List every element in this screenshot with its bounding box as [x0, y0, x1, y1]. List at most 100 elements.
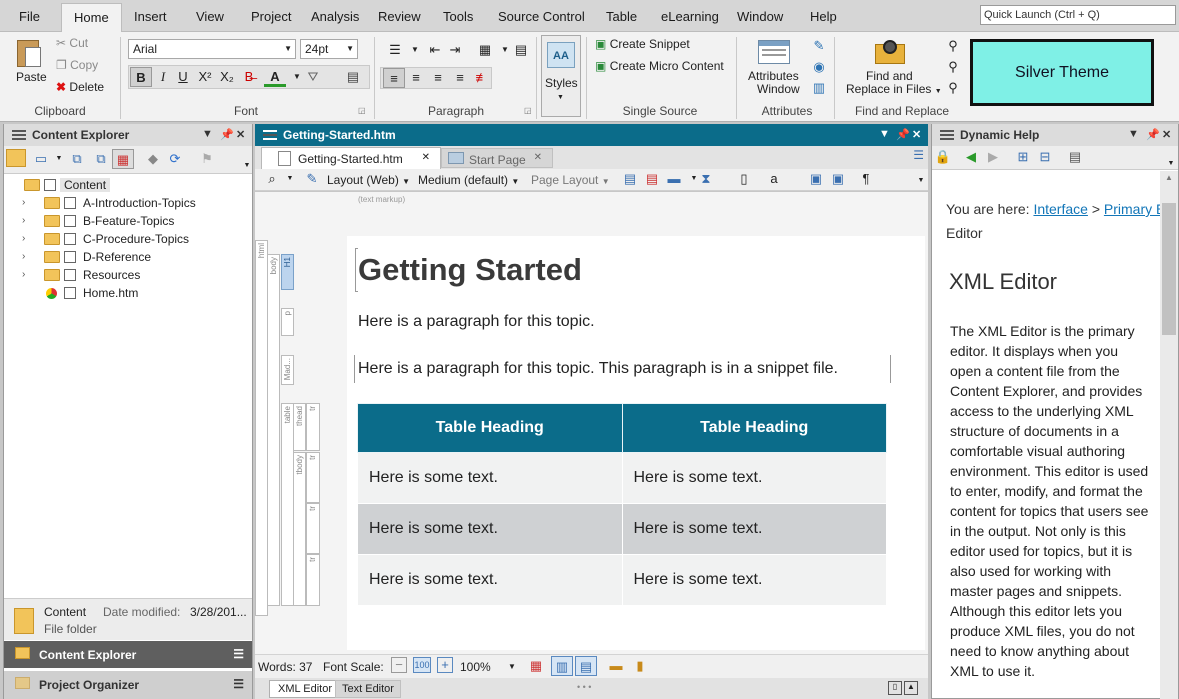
zoom-in-icon[interactable]: +: [437, 657, 453, 673]
italic-button[interactable]: I: [152, 67, 174, 87]
justify-icon[interactable]: ≡: [449, 68, 471, 88]
tab-xml-editor[interactable]: XML Editor: [269, 680, 342, 698]
expand-icon[interactable]: ›: [22, 215, 25, 226]
indent-icon[interactable]: ⇥: [444, 40, 466, 60]
menu-file[interactable]: File: [19, 9, 40, 24]
checkbox[interactable]: [64, 233, 76, 245]
tool-icon-4[interactable]: ⧗: [695, 169, 717, 189]
medium-select[interactable]: Medium (default) ▼: [418, 173, 519, 187]
editor-dropdown-icon[interactable]: ▼: [879, 128, 890, 140]
duplicate-icon[interactable]: ⧉: [90, 149, 112, 169]
find-icon-3[interactable]: ⚲: [942, 78, 964, 98]
status-tool-icon-3[interactable]: ▤: [575, 656, 597, 676]
tab-getting-started[interactable]: Getting-Started.htm ✕: [261, 147, 441, 169]
strikethrough-button[interactable]: B̶: [238, 67, 260, 87]
subscript-button[interactable]: X₂: [216, 67, 238, 87]
tool-icon-6[interactable]: a: [763, 169, 785, 189]
align-center-icon[interactable]: ≡: [405, 68, 427, 88]
attributes-window-button[interactable]: Attributes Window: [747, 70, 800, 96]
bullet-list-icon[interactable]: ☰: [384, 40, 406, 60]
styles-button[interactable]: AA Styles ▼: [541, 35, 581, 117]
table-header-cell[interactable]: Table Heading: [621, 403, 887, 453]
table-cell[interactable]: Here is some text.: [621, 452, 887, 504]
pin-icon[interactable]: 📌: [220, 128, 234, 141]
menu-tools[interactable]: Tools: [443, 9, 473, 24]
superscript-button[interactable]: X²: [194, 67, 216, 87]
table-header-cell[interactable]: Table Heading: [357, 403, 623, 453]
paragraph-dialog-launcher-icon[interactable]: ◲: [524, 106, 532, 115]
menu-icon[interactable]: ☰: [233, 677, 244, 691]
pin-icon[interactable]: 📌: [1146, 128, 1160, 141]
document-heading[interactable]: Getting Started: [358, 252, 582, 288]
lock-icon[interactable]: 🔒: [932, 147, 954, 167]
find-icon-2[interactable]: ⚲: [942, 57, 964, 77]
outdent-icon[interactable]: ⇤: [424, 40, 446, 60]
find-icon-1[interactable]: ⚲: [942, 36, 964, 56]
attributes-window-icon[interactable]: [758, 40, 790, 64]
menu-view[interactable]: View: [196, 9, 224, 24]
menu-project[interactable]: Project: [251, 9, 291, 24]
page-layout-select[interactable]: Page Layout ▼: [531, 173, 610, 187]
align-left-icon[interactable]: ≡: [383, 68, 405, 88]
status-tool-icon-1[interactable]: ▦: [525, 656, 547, 676]
close-icon[interactable]: ✕: [1162, 128, 1171, 141]
close-icon[interactable]: ✕: [912, 128, 921, 141]
tool-icon-1[interactable]: ▤: [619, 169, 641, 189]
sync-icon[interactable]: ⊟: [1034, 147, 1056, 167]
expand-icon[interactable]: ›: [22, 233, 25, 244]
copy-button[interactable]: ❐ Copy: [56, 58, 98, 72]
toc-icon[interactable]: ⊞: [1012, 147, 1034, 167]
bookmark-icon[interactable]: ⚑: [196, 149, 218, 169]
expand-icon[interactable]: ›: [22, 197, 25, 208]
layout-select[interactable]: Layout (Web) ▼: [327, 173, 410, 187]
pin-icon[interactable]: 📌: [896, 128, 910, 141]
quick-launch-input[interactable]: Quick Launch (Ctrl + Q): [980, 5, 1176, 25]
menu-home[interactable]: Home: [61, 3, 122, 32]
refresh-icon[interactable]: ⟳: [164, 149, 186, 169]
font-family-select[interactable]: Arial ▼: [128, 39, 296, 59]
menu-help[interactable]: Help: [810, 9, 837, 24]
menu-icon[interactable]: ☰: [233, 647, 244, 661]
structure-bar-body[interactable]: [267, 254, 280, 606]
tool-icon-2[interactable]: ▤: [641, 169, 663, 189]
table-cell[interactable]: Here is some text.: [621, 503, 887, 555]
align-right-icon[interactable]: ≡: [427, 68, 449, 88]
menu-table[interactable]: Table: [606, 9, 637, 24]
zoom-select[interactable]: 100% ▼: [460, 660, 516, 674]
zoom-out-icon[interactable]: −: [391, 657, 407, 673]
checkbox[interactable]: [64, 197, 76, 209]
paste-button[interactable]: Paste: [16, 70, 47, 84]
font-size-select[interactable]: 24pt ▼: [300, 39, 358, 59]
menu-elearning[interactable]: eLearning: [661, 9, 719, 24]
delete-button[interactable]: ✖ Delete: [56, 80, 104, 94]
ruler-icon-1[interactable]: ▬: [605, 656, 627, 676]
collapse-icon[interactable]: ▲: [904, 681, 918, 695]
underline-button[interactable]: U: [172, 67, 194, 87]
tiles-icon[interactable]: ▦: [112, 149, 134, 169]
find-replace-in-files-button[interactable]: Find and Replace in Files ▼: [846, 70, 942, 98]
tab-start-page[interactable]: Start Page ✕: [441, 148, 553, 168]
table-cell[interactable]: Here is some text.: [357, 452, 623, 504]
close-tab-icon[interactable]: ✕: [534, 152, 542, 163]
panel-dropdown-icon[interactable]: ▼: [202, 128, 213, 140]
tab-text-editor[interactable]: Text Editor: [335, 680, 401, 698]
tag-icon[interactable]: ◆: [142, 149, 164, 169]
font-options-icon[interactable]: ▤: [342, 67, 364, 87]
font-dialog-launcher-icon[interactable]: ◲: [358, 106, 366, 115]
show-blocks-icon[interactable]: ▤: [510, 40, 532, 60]
menu-review[interactable]: Review: [378, 9, 421, 24]
scrollbar-thumb[interactable]: [1162, 203, 1176, 335]
layout-icon[interactable]: ✎: [301, 169, 323, 189]
attribute-tool-icon-2[interactable]: ◉: [808, 57, 830, 77]
table-cell[interactable]: Here is some text.: [357, 554, 623, 606]
tool-icon-7[interactable]: ▣: [805, 169, 827, 189]
checkbox[interactable]: [64, 269, 76, 281]
tool-icon-5[interactable]: ▯: [733, 169, 755, 189]
close-tab-icon[interactable]: ✕: [422, 152, 430, 163]
bold-button[interactable]: B: [130, 67, 152, 87]
preview-dropdown-icon[interactable]: ▼: [279, 169, 301, 189]
table-cell[interactable]: Here is some text.: [357, 503, 623, 555]
zoom-reset-icon[interactable]: 100: [413, 657, 431, 673]
new-topic-icon[interactable]: ⧉: [66, 149, 88, 169]
content-explorer-bottom-tab[interactable]: Content Explorer ☰: [4, 641, 252, 668]
